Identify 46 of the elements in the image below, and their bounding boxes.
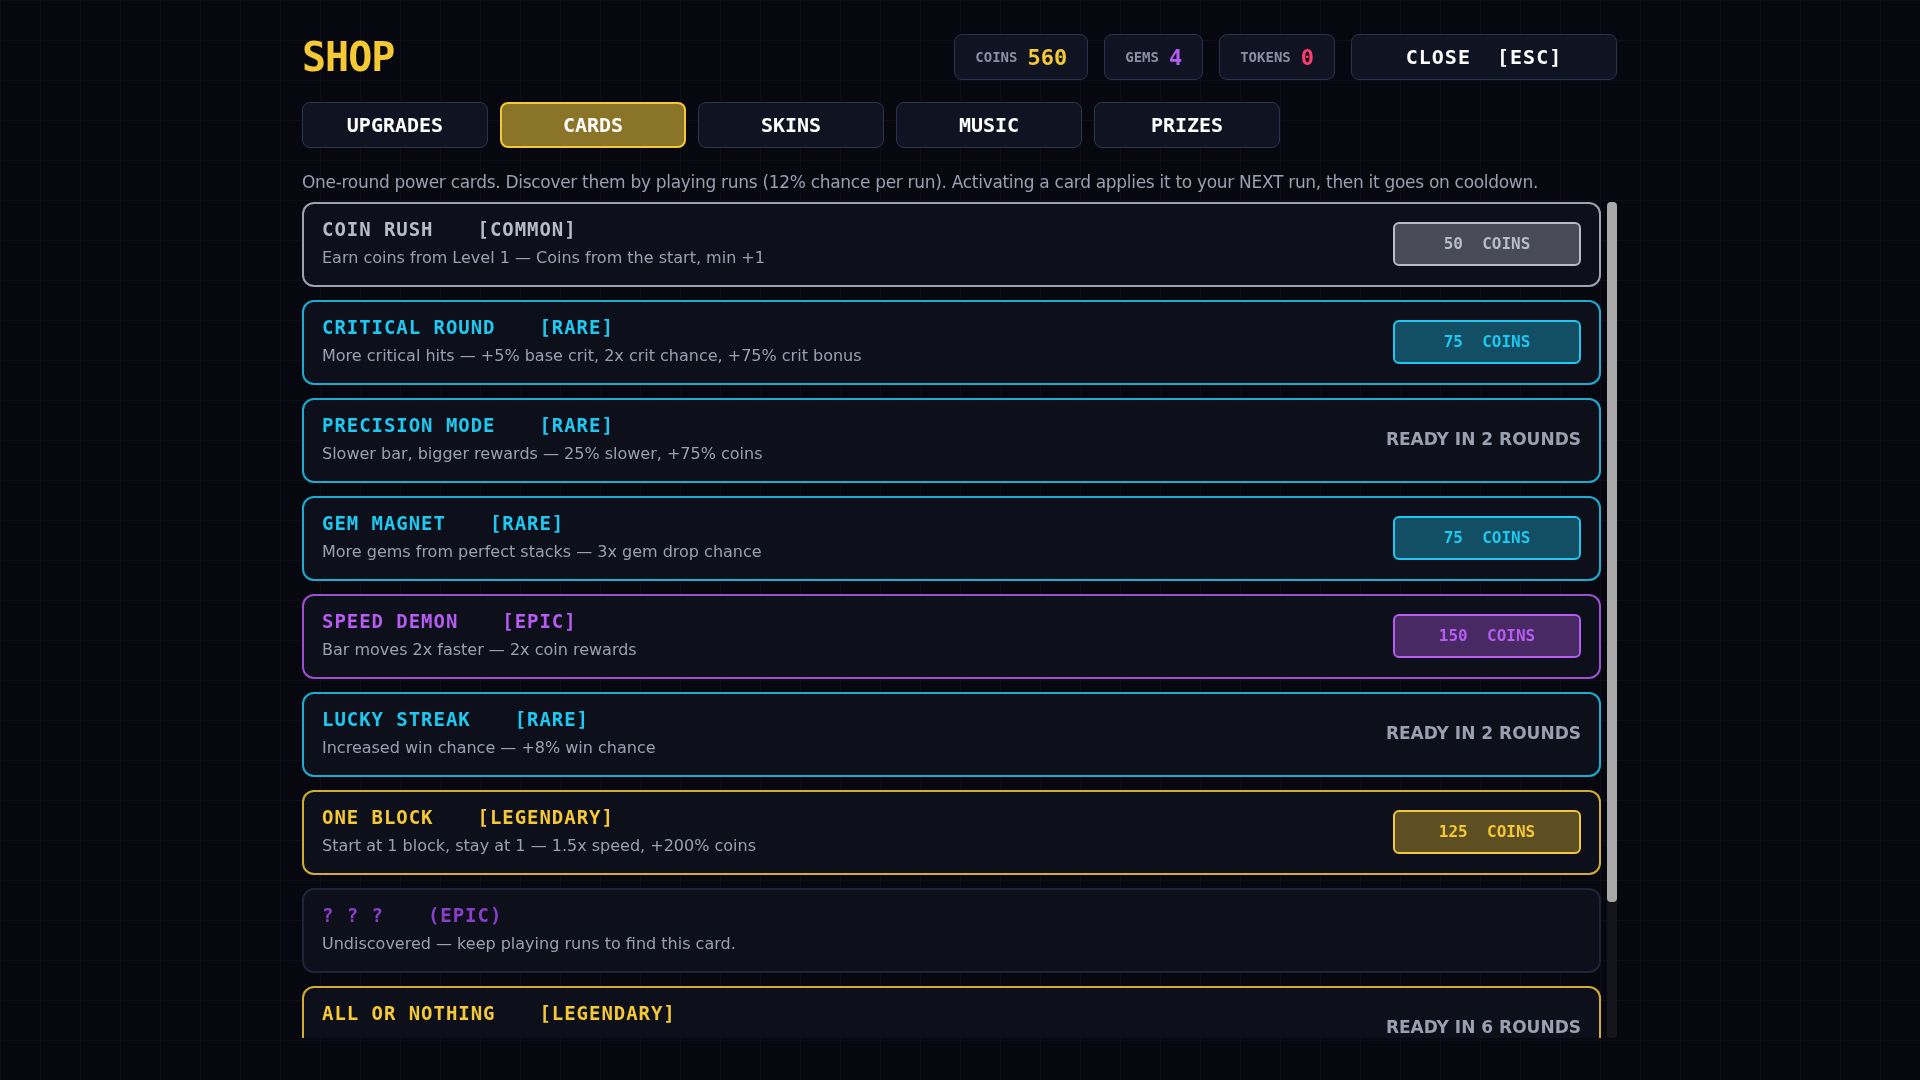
buy-button[interactable]: 50 COINS (1393, 222, 1581, 266)
buy-button[interactable]: 75 COINS (1393, 516, 1581, 560)
card-description: Earn coins from Level 1 — Coins from the start, min +1 (322, 246, 766, 269)
card-description: Slower bar, bigger rewards — 25% slower, +75% coins (322, 442, 764, 465)
rarity-tag: (EPIC) (427, 904, 503, 928)
card-name: ? ? ? (322, 904, 384, 928)
shop-title: SHOP (302, 37, 395, 77)
card-name: COIN RUSH (322, 218, 434, 242)
currency-counter: GEMS 4 (1104, 34, 1204, 80)
card-description: Start at 1 block, stay at 1 — 1.5x speed, +200% coins (322, 834, 757, 857)
intro-text: One-round power cards. Discover them by playing runs (12% chance per run). Activating a card applies it to your NEXT run, then it goes on cooldown. (302, 171, 1540, 194)
tab[interactable]: PRIZES (1094, 102, 1280, 148)
scrollbar[interactable] (1607, 201, 1617, 1038)
rarity-tag: [RARE] (539, 414, 614, 438)
buy-button[interactable]: 75 COINS (1393, 320, 1581, 364)
card-name: PRECISION MODE (322, 414, 496, 438)
currency-counter: TOKENS 0 (1219, 34, 1335, 80)
card-name: GEM MAGNET (322, 512, 446, 536)
card-description: Bar moves 2x faster — 2x coin rewards (322, 638, 638, 661)
buy-button[interactable]: 125 COINS (1393, 810, 1581, 854)
card-name: ALL OR NOTHING (322, 1001, 496, 1026)
card-description: Increased win chance — +8% win chance (322, 736, 657, 759)
card-description: More critical hits — +5% base crit, 2x crit chance, +75% crit bonus (322, 344, 863, 367)
rarity-tag: [LEGENDARY] (477, 806, 614, 830)
tab[interactable]: SKINS (698, 102, 884, 148)
rarity-tag: [RARE] (539, 316, 614, 340)
rarity-tag: [LEGENDARY] (539, 1001, 676, 1026)
rarity-tag: [COMMON] (477, 218, 577, 242)
close-button[interactable]: CLOSE [ESC] (1351, 34, 1617, 80)
rarity-tag: [EPIC] (502, 610, 577, 634)
card-description: Undiscovered — keep playing runs to find this card. (322, 932, 737, 955)
tab[interactable]: CARDS (500, 102, 686, 148)
cooldown-text: READY IN 2 ROUNDS (1385, 722, 1581, 746)
card-name: SPEED DEMON (322, 610, 459, 634)
buy-button[interactable]: 150 COINS (1393, 614, 1581, 658)
rarity-tag: [RARE] (514, 708, 589, 732)
card-name: CRITICAL ROUND (322, 316, 496, 340)
tab[interactable]: UPGRADES (302, 102, 488, 148)
rarity-tag: [RARE] (489, 512, 565, 536)
card-name: LUCKY STREAK (322, 708, 471, 732)
cooldown-text: READY IN 6 ROUNDS (1385, 1016, 1581, 1038)
currency-counter: COINS 560 (954, 34, 1089, 80)
cooldown-text: READY IN 2 ROUNDS (1385, 428, 1581, 452)
tab[interactable]: MUSIC (896, 102, 1082, 148)
card-description: More gems from perfect stacks — 3x gem drop chance (322, 540, 763, 563)
card-name: ONE BLOCK (322, 806, 434, 830)
